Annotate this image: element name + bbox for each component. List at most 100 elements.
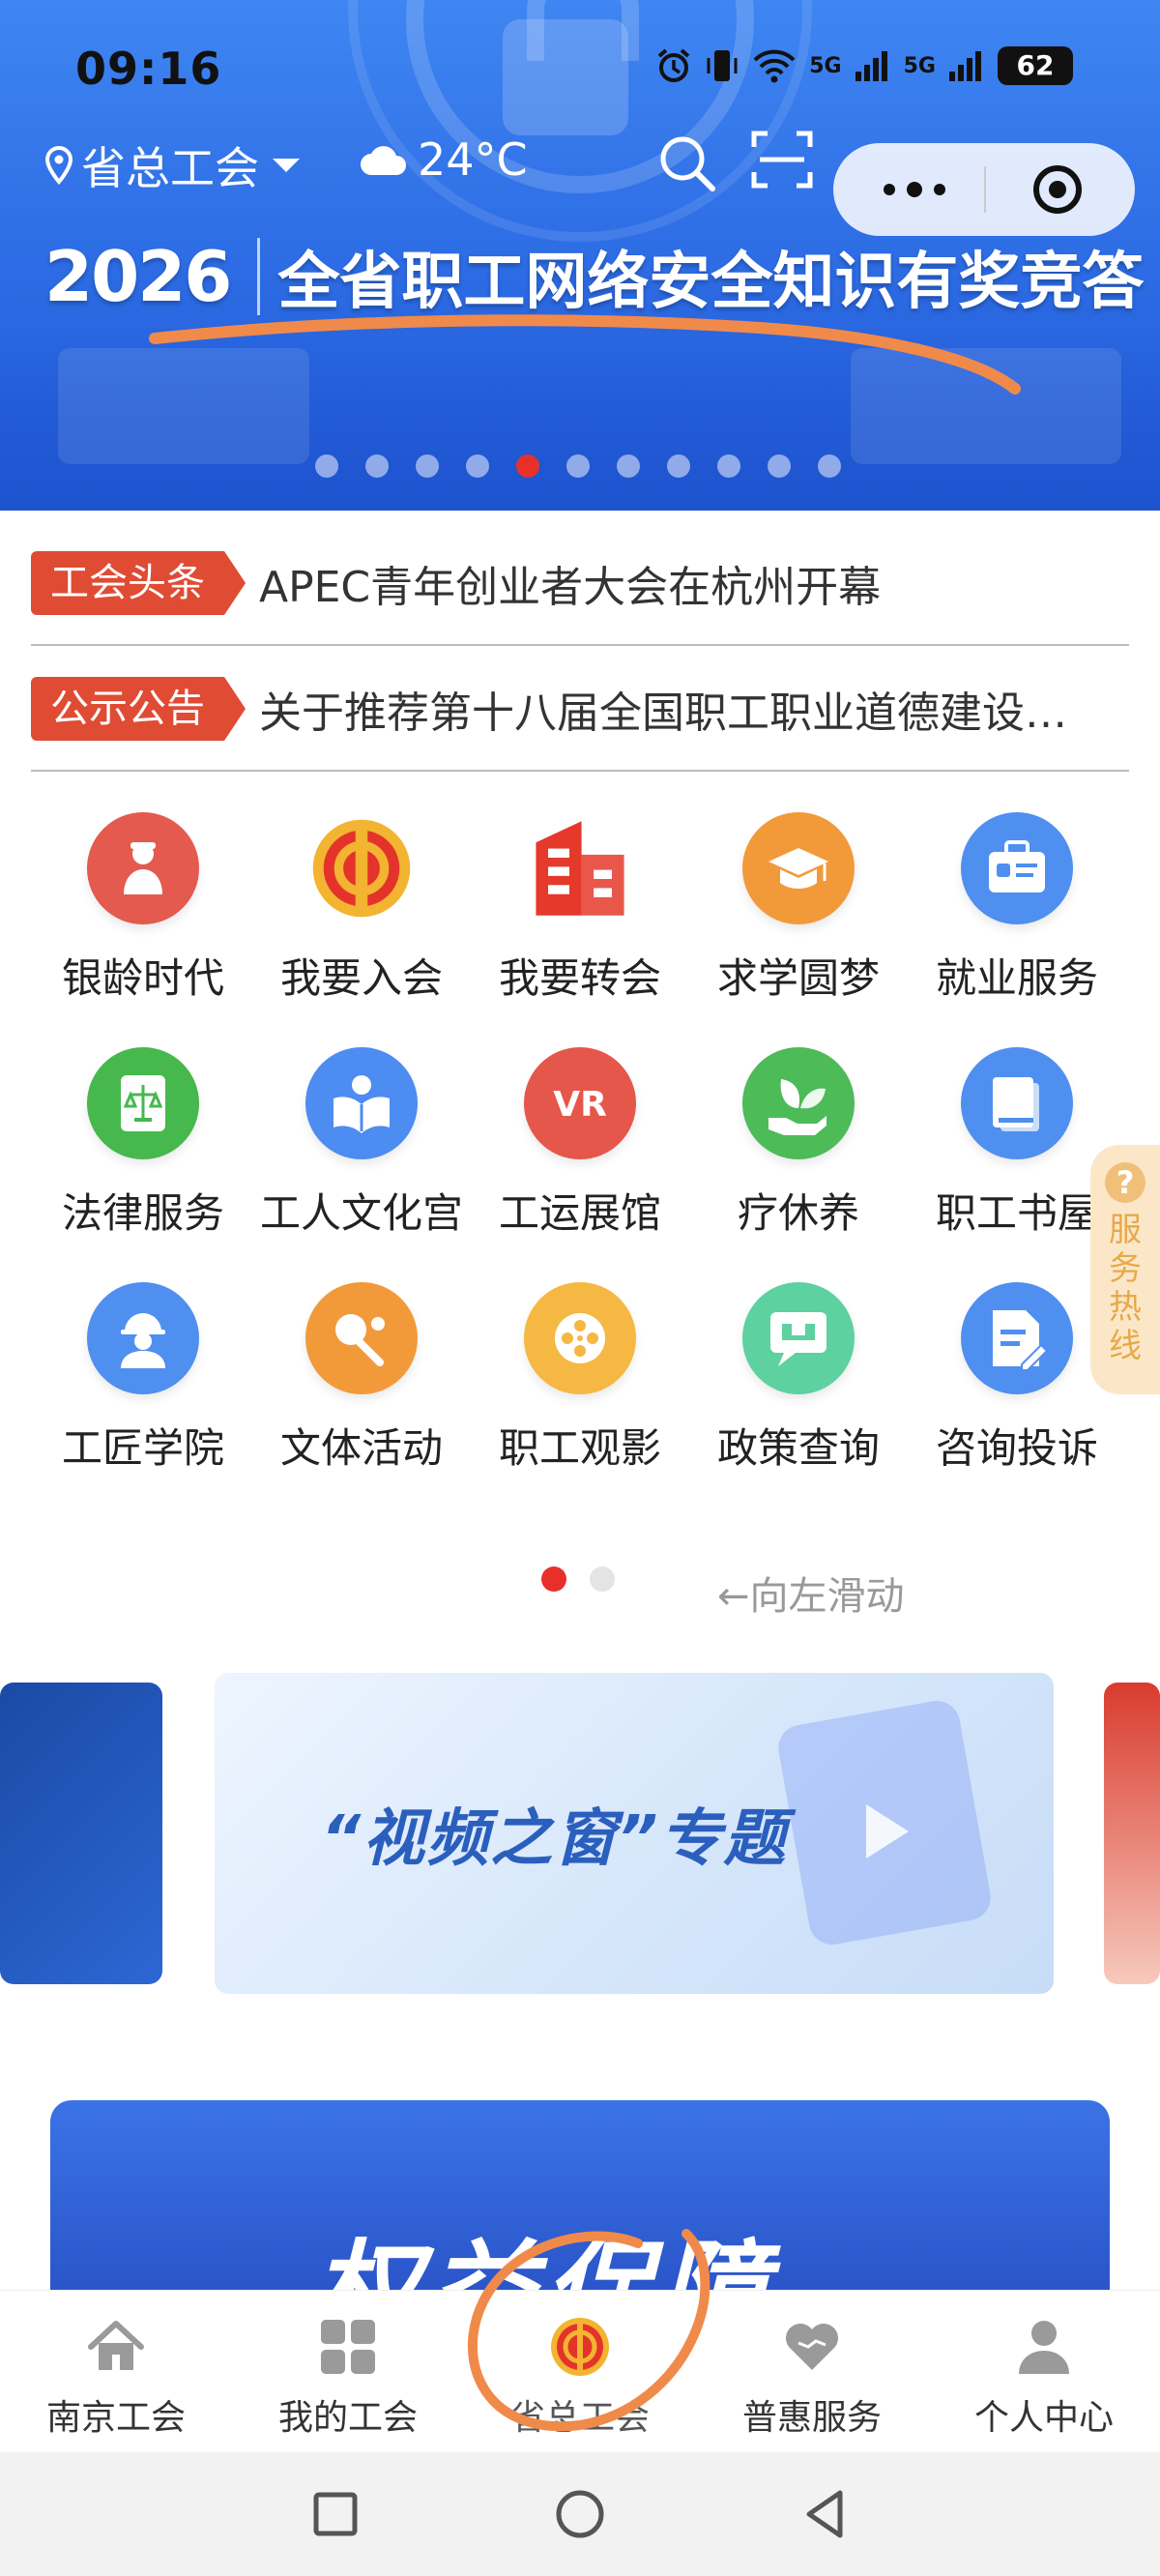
carousel-card-next[interactable]: [1104, 1683, 1160, 1984]
location-label: 省总工会: [81, 142, 259, 194]
wifi-icon: [753, 49, 796, 83]
service-item[interactable]: 工匠学院: [46, 1282, 240, 1475]
banner-dot[interactable]: [667, 454, 690, 478]
service-item[interactable]: 就业服务: [920, 812, 1114, 1005]
tab-profile[interactable]: 个人中心: [928, 2291, 1160, 2452]
home-icon: [88, 2321, 144, 2370]
hotline-label: 服务热线: [1109, 1211, 1142, 1365]
notice-text[interactable]: 关于推荐第十八届全国职工职业道德建设…: [259, 678, 1067, 740]
service-item[interactable]: 文体活动: [265, 1282, 458, 1475]
hand-drawn-underline: [149, 314, 1021, 395]
service-label: 工人文化宫: [260, 1189, 464, 1237]
temperature: 24°C: [418, 133, 528, 186]
banner-dot[interactable]: [717, 454, 740, 478]
divider: [257, 238, 261, 315]
service-row: 法律服务 工人文化宫 VR 工运展馆 疗休养 职工书屋: [46, 1047, 1114, 1240]
worker-icon: [87, 1282, 199, 1394]
battery-level: 62: [998, 46, 1073, 85]
document-edit-icon: [961, 1282, 1073, 1394]
ping-pong-icon: [305, 1282, 418, 1394]
video-window-card[interactable]: “视频之窗”专题: [215, 1673, 1054, 1994]
service-hotline-button[interactable]: ? 服务热线: [1090, 1145, 1160, 1394]
banner-dot[interactable]: [466, 454, 489, 478]
service-row: 银龄时代 我要入会 我要转会 求学圆梦 就业服务: [46, 812, 1114, 1005]
signal-icon: [949, 51, 981, 81]
service-label: 文体活动: [279, 1424, 443, 1472]
news-text[interactable]: APEC青年创业者大会在杭州开幕: [259, 552, 881, 614]
status-bar: 09:16 5G 5G 62: [0, 0, 1160, 135]
graduation-cap-icon: [742, 812, 855, 924]
network-type-1: 5G: [809, 53, 842, 78]
reading-icon: [305, 1047, 418, 1159]
service-item[interactable]: 我要转会: [483, 812, 677, 1005]
divider: [984, 166, 986, 213]
banner-dot[interactable]: [818, 454, 841, 478]
service-item[interactable]: 职工观影: [483, 1282, 677, 1475]
scan-icon[interactable]: [748, 126, 816, 193]
banner-dot[interactable]: [315, 454, 338, 478]
service-label: 职工观影: [498, 1424, 661, 1472]
service-item[interactable]: 银龄时代: [46, 812, 240, 1005]
service-item[interactable]: 咨询投诉: [920, 1282, 1114, 1475]
tab-label: 南京工会: [45, 2398, 186, 2438]
service-label: 我要转会: [498, 954, 661, 1002]
building-icon: [524, 812, 636, 924]
service-item[interactable]: 疗休养: [702, 1047, 895, 1240]
service-row: 工匠学院 文体活动 职工观影 政策查询 咨询投诉: [46, 1282, 1114, 1475]
news-tag: 工会头条: [31, 551, 246, 615]
service-item[interactable]: 职工书屋: [920, 1047, 1114, 1240]
banner-year: 2026: [44, 236, 232, 317]
tab-label: 普惠服务: [741, 2398, 882, 2438]
close-miniprogram-icon[interactable]: [1030, 162, 1085, 217]
hero-banner[interactable]: 09:16 5G 5G 62 省总工会 24°C 2026 全省职工网络安全知识…: [0, 0, 1160, 511]
app-screen: 09:16 5G 5G 62 省总工会 24°C 2026 全省职工网络安全知识…: [0, 0, 1160, 2576]
play-icon: [866, 1804, 909, 1859]
briefcase-icon: [961, 812, 1073, 924]
service-label: 职工书屋: [935, 1189, 1098, 1237]
service-label: 我要入会: [279, 954, 443, 1002]
chevron-down-icon: [273, 159, 300, 172]
news-row[interactable]: 工会头条 APEC青年创业者大会在杭州开幕: [31, 522, 1129, 646]
tab-my-union[interactable]: 我的工会: [232, 2291, 464, 2452]
leaf-hand-icon: [742, 1047, 855, 1159]
system-nav-bar: [0, 2452, 1160, 2576]
banner-title: 全省职工网络安全知识有奖竞答: [277, 247, 1145, 318]
search-icon[interactable]: [653, 130, 721, 197]
service-item[interactable]: 工人文化宫: [260, 1047, 463, 1240]
service-label: 法律服务: [61, 1189, 224, 1237]
banner-dot[interactable]: [617, 454, 640, 478]
status-time: 09:16: [75, 43, 222, 95]
notice-row[interactable]: 公示公告 关于推荐第十八届全国职工职业道德建设…: [31, 648, 1129, 772]
recents-icon[interactable]: [306, 2485, 364, 2543]
banner-pagination: [315, 454, 841, 478]
banner-dot-active[interactable]: [516, 454, 539, 478]
service-label: 咨询投诉: [935, 1424, 1098, 1472]
banner-dot[interactable]: [768, 454, 791, 478]
banner-dot[interactable]: [566, 454, 590, 478]
tab-label: 我的工会: [277, 2398, 418, 2438]
page-dot: [590, 1566, 615, 1592]
hand-drawn-circle: [467, 2229, 710, 2432]
page-dot-active: [541, 1566, 566, 1592]
carousel-card-prev[interactable]: [0, 1683, 162, 1984]
banner-dot[interactable]: [416, 454, 439, 478]
banner-dot[interactable]: [365, 454, 389, 478]
service-item[interactable]: 求学圆梦: [702, 812, 895, 1005]
more-icon[interactable]: [876, 172, 953, 207]
network-type-2: 5G: [903, 53, 936, 78]
vibrate-icon: [707, 50, 738, 81]
service-item[interactable]: 政策查询: [702, 1282, 895, 1475]
chat-icon: [742, 1282, 855, 1394]
service-label: 工运展馆: [498, 1189, 661, 1237]
service-item[interactable]: 我要入会: [265, 812, 458, 1005]
book-icon: [961, 1047, 1073, 1159]
weather: 24°C: [358, 133, 528, 186]
status-icons: 5G 5G 62: [654, 46, 1073, 85]
service-item[interactable]: 法律服务: [46, 1047, 240, 1240]
signal-icon: [855, 51, 887, 81]
back-icon[interactable]: [796, 2485, 854, 2543]
tab-nanjing-union[interactable]: 南京工会: [0, 2291, 232, 2452]
location-selector[interactable]: 省总工会: [44, 133, 300, 197]
service-item[interactable]: VR 工运展馆: [483, 1047, 677, 1240]
home-button-icon[interactable]: [551, 2485, 609, 2543]
